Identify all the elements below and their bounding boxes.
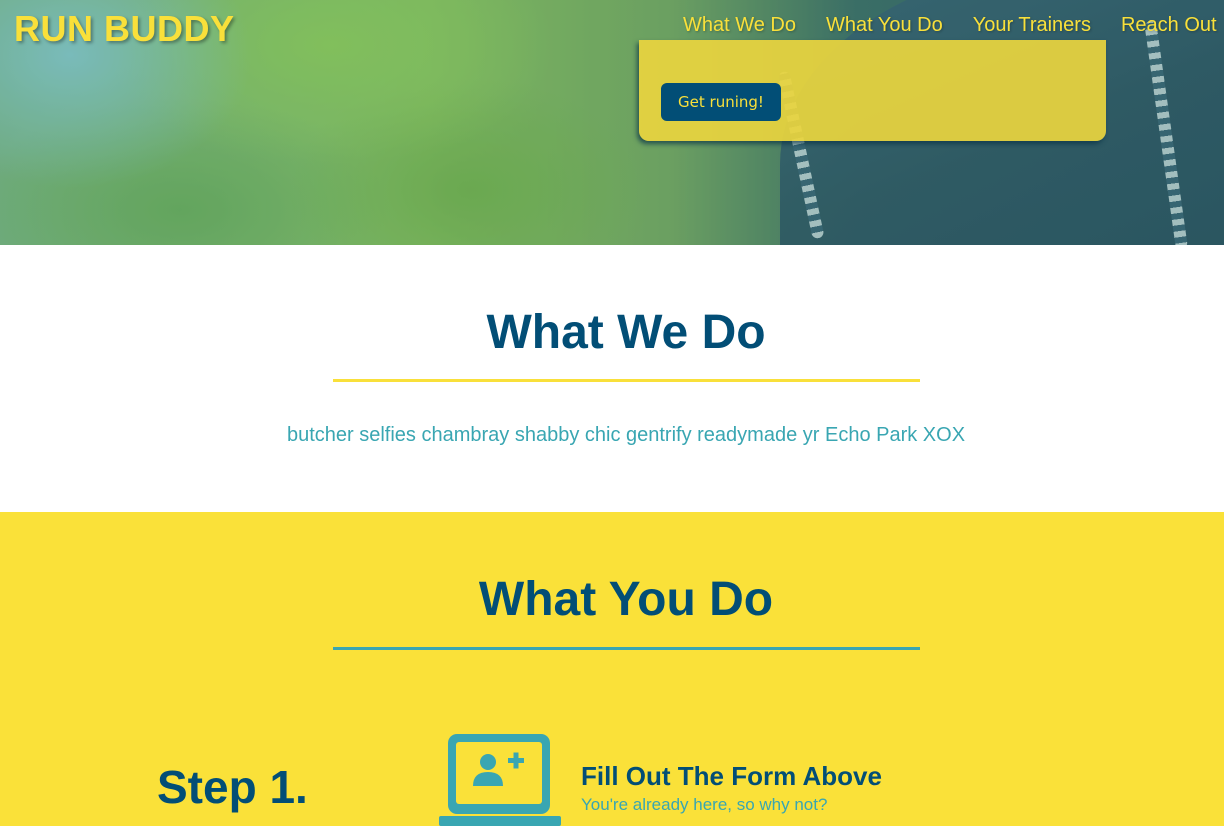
get-running-button[interactable]: Get runing! bbox=[661, 83, 781, 121]
step-subtext: You're already here, so why not? bbox=[581, 795, 828, 814]
what-you-do-heading: What You Do bbox=[478, 573, 774, 626]
signup-card: Get runing! bbox=[639, 40, 1106, 141]
what-we-do-text: butcher selfies chambray shabby chic gen… bbox=[286, 424, 966, 446]
nav-link-what-we-do[interactable]: What We Do bbox=[683, 14, 796, 37]
step-heading: Fill Out The Form Above bbox=[581, 761, 882, 791]
nav-link-what-you-do[interactable]: What You Do bbox=[826, 14, 943, 37]
what-we-do-heading: What We Do bbox=[486, 306, 766, 359]
site-logo[interactable]: RUN BUDDY bbox=[14, 8, 235, 50]
nav-link-your-trainers[interactable]: Your Trainers bbox=[973, 14, 1091, 37]
step-label: Step 1. bbox=[157, 761, 308, 813]
computer-add-user-icon bbox=[439, 734, 561, 826]
section-divider bbox=[333, 379, 920, 382]
hero-section: Get runing! RUN BUDDY What We Do What Yo… bbox=[0, 0, 1224, 245]
nav-link-reach-out[interactable]: Reach Out bbox=[1121, 14, 1217, 37]
main-nav: What We Do What You Do Your Trainers Rea… bbox=[683, 14, 1217, 37]
what-you-do-section: What You Do Step 1. Fill Out The Form Ab… bbox=[0, 512, 1224, 826]
section-divider bbox=[333, 647, 920, 650]
